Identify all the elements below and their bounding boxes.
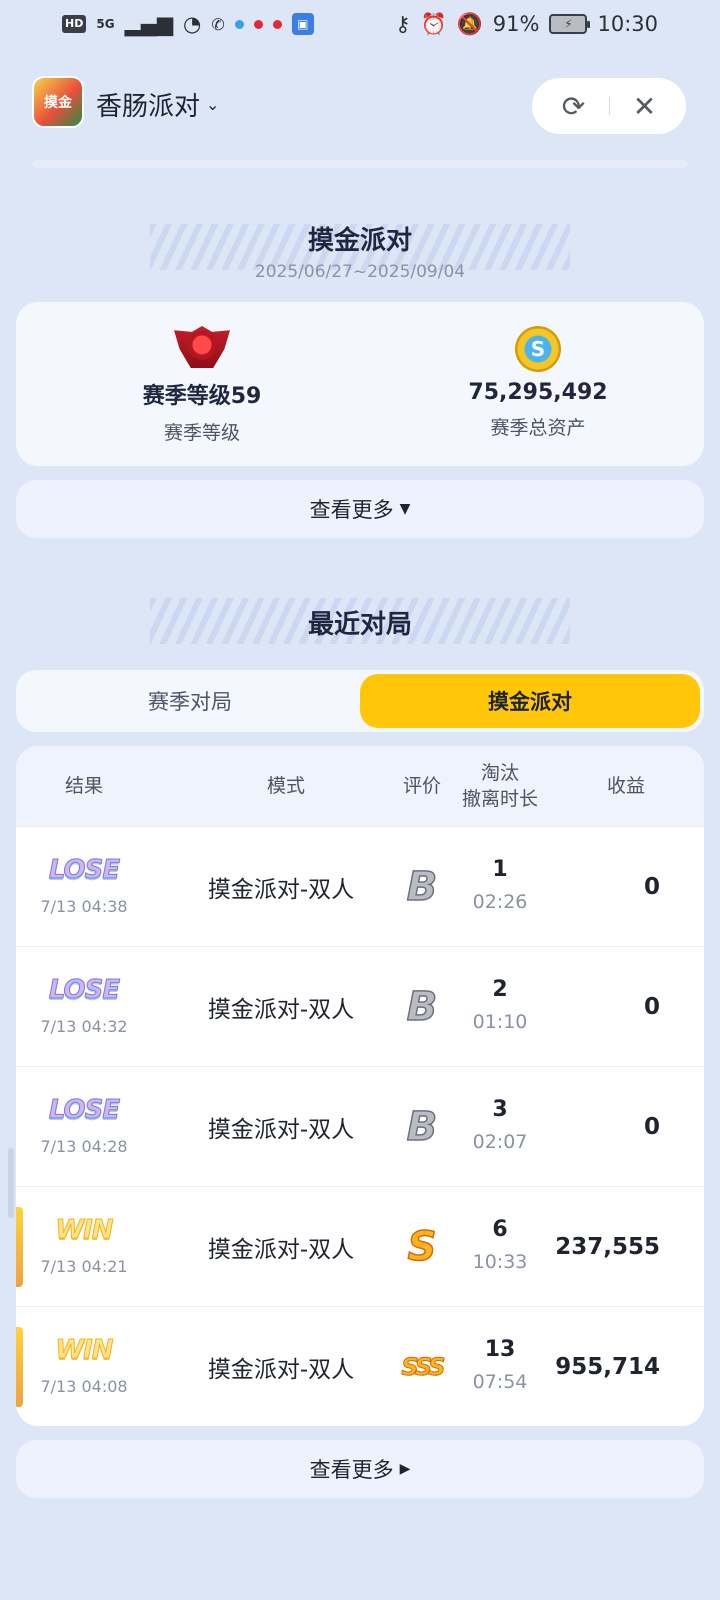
match-income: 0: [643, 1114, 660, 1140]
status-right: ⚷ ⏰ 🔕 91% ⚡ 10:30: [395, 12, 658, 37]
season-level-stat: 赛季等级59 赛季等级: [92, 326, 312, 445]
table-row[interactable]: WIN 7/13 04:21 摸金派对-双人 S 6 10:33 237,555: [16, 1186, 704, 1306]
match-kills: 2: [492, 977, 508, 1002]
table-header: 结果 模式 评价 淘汰 撤离时长 收益: [16, 746, 704, 826]
match-tabs: 赛季对局 摸金派对: [16, 670, 704, 732]
table-row[interactable]: WIN 7/13 04:08 摸金派对-双人 SSS 13 07:54 955,…: [16, 1306, 704, 1426]
match-income: 955,714: [555, 1354, 660, 1380]
notification-icon: [253, 19, 263, 29]
match-mode: 摸金派对-双人: [207, 1357, 355, 1383]
header-income: 收益: [606, 775, 645, 797]
match-income: 0: [643, 994, 660, 1020]
wifi-icon: ◔: [183, 12, 202, 36]
lose-badge: LOSE: [48, 975, 120, 1006]
match-duration: 07:54: [472, 1371, 528, 1393]
app-name: 香肠派对: [96, 92, 201, 122]
share-icon[interactable]: ⟳: [554, 90, 594, 123]
notification-icon: [272, 19, 282, 29]
mute-icon: 🔕: [456, 11, 483, 36]
battery-percent: 91%: [492, 12, 540, 36]
close-icon[interactable]: ✕: [625, 90, 665, 123]
match-mode: 摸金派对-双人: [207, 997, 355, 1023]
rating-badge: SSS: [401, 1353, 446, 1382]
season-dates: 2025/06/27~2025/09/04: [254, 262, 466, 282]
clock: 10:30: [597, 12, 658, 36]
match-duration: 02:07: [472, 1131, 528, 1153]
caret-down-icon: ▼: [399, 501, 411, 517]
rating-badge: B: [406, 983, 438, 1031]
phone-icon: ✆: [211, 14, 225, 34]
status-left: HD 5G ▂▄▆ ◔ ✆ ▣: [62, 12, 314, 36]
match-duration: 10:33: [472, 1251, 528, 1273]
coin-icon: S: [515, 326, 561, 372]
match-time: 7/13 04:28: [40, 1137, 128, 1156]
key-icon: ⚷: [395, 12, 411, 36]
table-row[interactable]: LOSE 7/13 04:38 摸金派对-双人 B 1 02:26 0: [16, 826, 704, 946]
rating-badge: S: [407, 1223, 437, 1271]
season-title: 摸金派对: [307, 226, 412, 256]
match-income: 237,555: [555, 1234, 660, 1260]
tab-gold-party[interactable]: 摸金派对: [360, 674, 700, 728]
matches-more-button[interactable]: 查看更多 ▶: [16, 1440, 704, 1498]
lose-badge: LOSE: [48, 1095, 120, 1126]
capsule-divider: [608, 97, 610, 115]
match-kills: 13: [484, 1337, 516, 1362]
match-time: 7/13 04:21: [40, 1257, 128, 1276]
app-notification-icon: ▣: [291, 13, 314, 35]
rating-badge: B: [406, 863, 438, 911]
match-mode: 摸金派对-双人: [207, 877, 355, 903]
rating-badge: B: [406, 1103, 438, 1151]
match-duration: 01:10: [472, 1011, 528, 1033]
hd-icon: HD: [62, 15, 87, 33]
header-kills: 淘汰: [480, 762, 519, 784]
match-duration: 02:26: [472, 891, 528, 913]
season-more-button[interactable]: 查看更多 ▼: [16, 480, 704, 538]
win-badge: WIN: [55, 1215, 114, 1246]
match-time: 7/13 04:08: [40, 1377, 128, 1396]
scroll-edge: [32, 160, 688, 168]
win-badge: WIN: [55, 1335, 114, 1366]
season-level-label: 赛季等级: [163, 422, 240, 444]
match-time: 7/13 04:38: [40, 897, 128, 916]
battery-icon: ⚡: [549, 14, 591, 34]
table-row[interactable]: LOSE 7/13 04:32 摸金派对-双人 B 2 01:10 0: [16, 946, 704, 1066]
mini-app-header: 摸金 香肠派对 ⌄ ⟳ ✕: [0, 76, 720, 134]
caret-right-icon: ▶: [399, 1461, 411, 1477]
match-kills: 1: [492, 857, 508, 882]
alarm-icon: ⏰: [420, 11, 447, 36]
status-bar: HD 5G ▂▄▆ ◔ ✆ ▣ ⚷ ⏰ 🔕 91% ⚡ 10:30: [0, 0, 720, 48]
season-assets-stat: S 75,295,492 赛季总资产: [428, 326, 648, 440]
match-time: 7/13 04:32: [40, 1017, 128, 1036]
season-stats-card: 赛季等级59 赛季等级 S 75,295,492 赛季总资产: [16, 302, 704, 466]
recent-title: 最近对局: [307, 610, 412, 640]
header-mode: 模式: [266, 775, 305, 797]
match-income: 0: [643, 874, 660, 900]
network-icon: 5G: [96, 17, 115, 31]
signal-icon: ▂▄▆: [124, 12, 173, 36]
app-icon[interactable]: 摸金: [32, 76, 84, 128]
chevron-down-icon: ⌄: [206, 95, 220, 114]
lose-badge: LOSE: [48, 855, 120, 886]
header-result: 结果: [64, 775, 103, 797]
rank-gem-icon: [174, 326, 230, 368]
match-kills: 3: [492, 1097, 508, 1122]
tab-season-matches[interactable]: 赛季对局: [20, 674, 360, 728]
header-kills-duration: 淘汰 撤离时长: [450, 746, 550, 826]
more-label: 查看更多: [309, 498, 394, 522]
match-mode: 摸金派对-双人: [207, 1237, 355, 1263]
season-assets-label: 赛季总资产: [490, 417, 586, 439]
app-switcher[interactable]: 香肠派对 ⌄: [96, 86, 219, 123]
side-drag-handle[interactable]: [8, 1148, 14, 1218]
header-rating: 评价: [402, 775, 441, 797]
capsule-menu: ⟳ ✕: [532, 78, 686, 134]
match-table: 结果 模式 评价 淘汰 撤离时长 收益 LOSE 7/13 04:38 摸金派对…: [16, 746, 704, 1426]
season-assets-value: 75,295,492: [468, 380, 608, 405]
more-label: 查看更多: [309, 1458, 394, 1482]
match-kills: 6: [492, 1217, 508, 1242]
header-duration: 撤离时长: [461, 788, 538, 810]
table-row[interactable]: LOSE 7/13 04:28 摸金派对-双人 B 3 02:07 0: [16, 1066, 704, 1186]
notification-icon: [234, 19, 244, 29]
season-level-value: 赛季等级59: [142, 384, 262, 409]
match-mode: 摸金派对-双人: [207, 1117, 355, 1143]
